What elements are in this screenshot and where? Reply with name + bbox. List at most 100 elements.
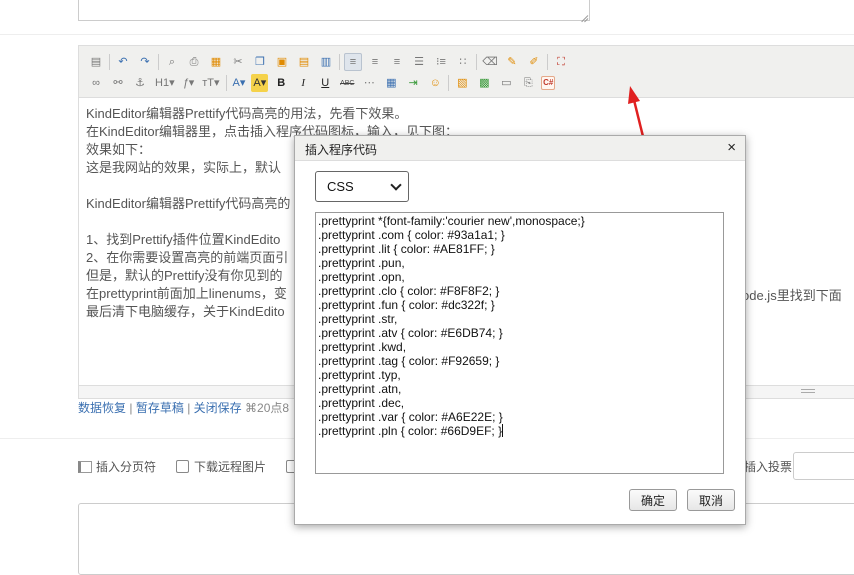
close-icon[interactable]: × [727,139,736,156]
code-line-text: .prettyprint .clo { color: #F8F8F2; } [318,284,500,298]
italic-button[interactable]: I [294,74,312,92]
underline-button[interactable]: U [316,74,334,92]
select-all-icon[interactable]: ✎ [503,53,521,71]
bold-button[interactable]: B [272,74,290,92]
close-save-link[interactable]: 关闭保存 [194,401,242,415]
attachment-icon[interactable]: ⎘ [519,74,537,92]
language-value: CSS [327,179,354,194]
heading-label: H1 [155,76,170,89]
insert-pagebreak-link[interactable]: 插入分页符 [96,458,156,475]
ordered-list-icon[interactable]: ⁝≡ [432,53,450,71]
align-left-icon[interactable]: ≡ [344,53,362,71]
print-icon[interactable]: ⎙ [185,53,203,71]
divider [225,75,227,91]
download-remote-checkbox[interactable] [176,460,190,473]
align-right-icon[interactable]: ≡ [388,53,406,71]
post-options: 插入分页符 下载远程图片 [78,458,304,475]
horizontal-rule-icon[interactable]: ⋯ [360,74,378,92]
toolbar-row-2: ∞ ⚯ ⚓ H1 ▾ ƒ ▾ тT ▾ A▾ A▾ B I U ABC ⋯ ▦ ⇥ ☺… [87,73,559,93]
underline-label: U [321,76,330,89]
save-draft-link[interactable]: 暂存草稿 [136,401,184,415]
clear-format-icon[interactable]: ⌫ [481,53,499,71]
cancel-button[interactable]: 取消 [687,489,735,511]
code-line: .prettyprint .com { color: #93a1a1; } [318,228,721,242]
font-size-dropdown[interactable]: тT ▾ [200,74,221,92]
insert-code-icon[interactable]: C# [541,76,556,90]
preview-icon[interactable]: ⌕ [163,53,181,71]
paste-icon[interactable]: ▣ [273,53,291,71]
source-icon[interactable]: ▤ [87,53,105,71]
editor-toolbar: ▤ ↶ ↷ ⌕ ⎙ ▦ ✂ ❐ ▣ ▤ ▥ ≡ ≡ ≡ ☰ ⁝≡ ∷ ⌫ ✎ ✐… [79,46,854,98]
cut-icon[interactable]: ✂ [229,53,247,71]
code-line: .prettyprint .atv { color: #E6DB74; } [318,326,721,340]
code-textarea[interactable]: .prettyprint *{font-family:'courier new'… [315,212,724,474]
dialog-title: 插入程序代码 [305,143,378,157]
code-line-text: .prettyprint .tag { color: #F92659; } [318,354,500,368]
align-justify-icon[interactable]: ☰ [410,53,428,71]
code-line: .prettyprint .clo { color: #F8F8F2; } [318,284,721,298]
pagebreak-icon [78,460,92,473]
toolbar-row-1: ▤ ↶ ↷ ⌕ ⎙ ▦ ✂ ❐ ▣ ▤ ▥ ≡ ≡ ≡ ☰ ⁝≡ ∷ ⌫ ✎ ✐… [87,52,574,72]
code-line-text: .prettyprint .kwd, [318,340,407,354]
separator: | [187,401,191,415]
redo-icon[interactable]: ↷ [136,53,154,71]
code-line: .prettyprint .kwd, [318,340,721,354]
download-remote-label: 下载远程图片 [194,460,267,474]
quick-format-icon[interactable]: ✐ [525,53,543,71]
code-line-text: .prettyprint .atv { color: #E6DB74; } [318,326,503,340]
font-color-dropdown[interactable]: A▾ [231,74,248,92]
template-icon[interactable]: ▦ [207,53,225,71]
unlink-icon[interactable]: ⚯ [109,74,127,92]
dialog-header: 插入程序代码 × [295,136,745,161]
code-line-text: .prettyprint .pun, [318,256,405,270]
font-size-label: тT [202,76,215,89]
chevron-down-icon [390,178,402,191]
align-center-icon[interactable]: ≡ [366,53,384,71]
code-line: .prettyprint .var { color: #A6E22E; } [318,410,721,424]
fullscreen-icon[interactable]: ⛶ [552,53,570,71]
paste-text-icon[interactable]: ▤ [295,53,313,71]
code-line: .prettyprint .fun { color: #dc322f; } [318,298,721,312]
insert-page-icon[interactable]: ⇥ [404,74,422,92]
undo-icon[interactable]: ↶ [114,53,132,71]
code-line-text: .prettyprint .typ, [318,368,401,382]
divider [448,75,450,91]
autosave-bar: 数据恢复 | 暂存草稿 | 关闭保存 ⌘20点8 [78,399,289,416]
code-line-text: .prettyprint .com { color: #93a1a1; } [318,228,505,242]
autosave-time: ⌘20点8 [245,401,290,415]
multi-image-icon[interactable]: ▩ [475,74,493,92]
code-line-text: .prettyprint .atn, [318,382,402,396]
code-line-text: .prettyprint .pln { color: #66D9EF; } [318,424,503,438]
ok-button[interactable]: 确定 [629,489,677,511]
code-line-text: .prettyprint .var { color: #A6E22E; } [318,410,503,424]
divider [0,34,854,35]
code-line: .prettyprint *{font-family:'courier new'… [318,214,721,228]
anchor-icon[interactable]: ⚓ [131,74,149,92]
paste-word-icon[interactable]: ▥ [317,53,335,71]
heading-dropdown[interactable]: H1 ▾ [153,74,177,92]
resize-grip-icon[interactable] [580,11,588,19]
copy-icon[interactable]: ❐ [251,53,269,71]
editor-line: KindEditor编辑器Prettify代码高亮的用法，先看下效果。 [86,106,408,121]
unordered-list-icon[interactable]: ∷ [454,53,472,71]
code-line-text: .prettyprint *{font-family:'courier new'… [318,214,585,228]
vote-input[interactable] [793,452,854,480]
language-select[interactable]: CSS [315,171,409,202]
resize-handle-icon[interactable] [801,388,815,394]
strikethrough-button[interactable]: ABC [338,74,356,92]
highlight-color-dropdown[interactable]: A▾ [251,74,269,92]
code-line-text: .prettyprint .opn, [318,270,405,284]
editor-overflow-text: ode.js里找到下面 [742,288,842,303]
font-family-dropdown[interactable]: ƒ ▾ [181,74,197,92]
emoticon-icon[interactable]: ☺ [426,74,444,92]
italic-label: I [301,76,306,89]
media-icon[interactable]: ▭ [497,74,515,92]
image-icon[interactable]: ▧ [453,74,471,92]
table-icon[interactable]: ▦ [382,74,400,92]
link-icon[interactable]: ∞ [87,74,105,92]
summary-textarea[interactable] [78,0,590,21]
insert-vote-label: 插入投票 [744,460,793,474]
restore-data-link[interactable]: 数据恢复 [78,401,126,415]
insert-code-dialog: 插入程序代码 × CSS .prettyprint *{font-family:… [294,135,746,525]
code-label: C# [543,78,554,87]
